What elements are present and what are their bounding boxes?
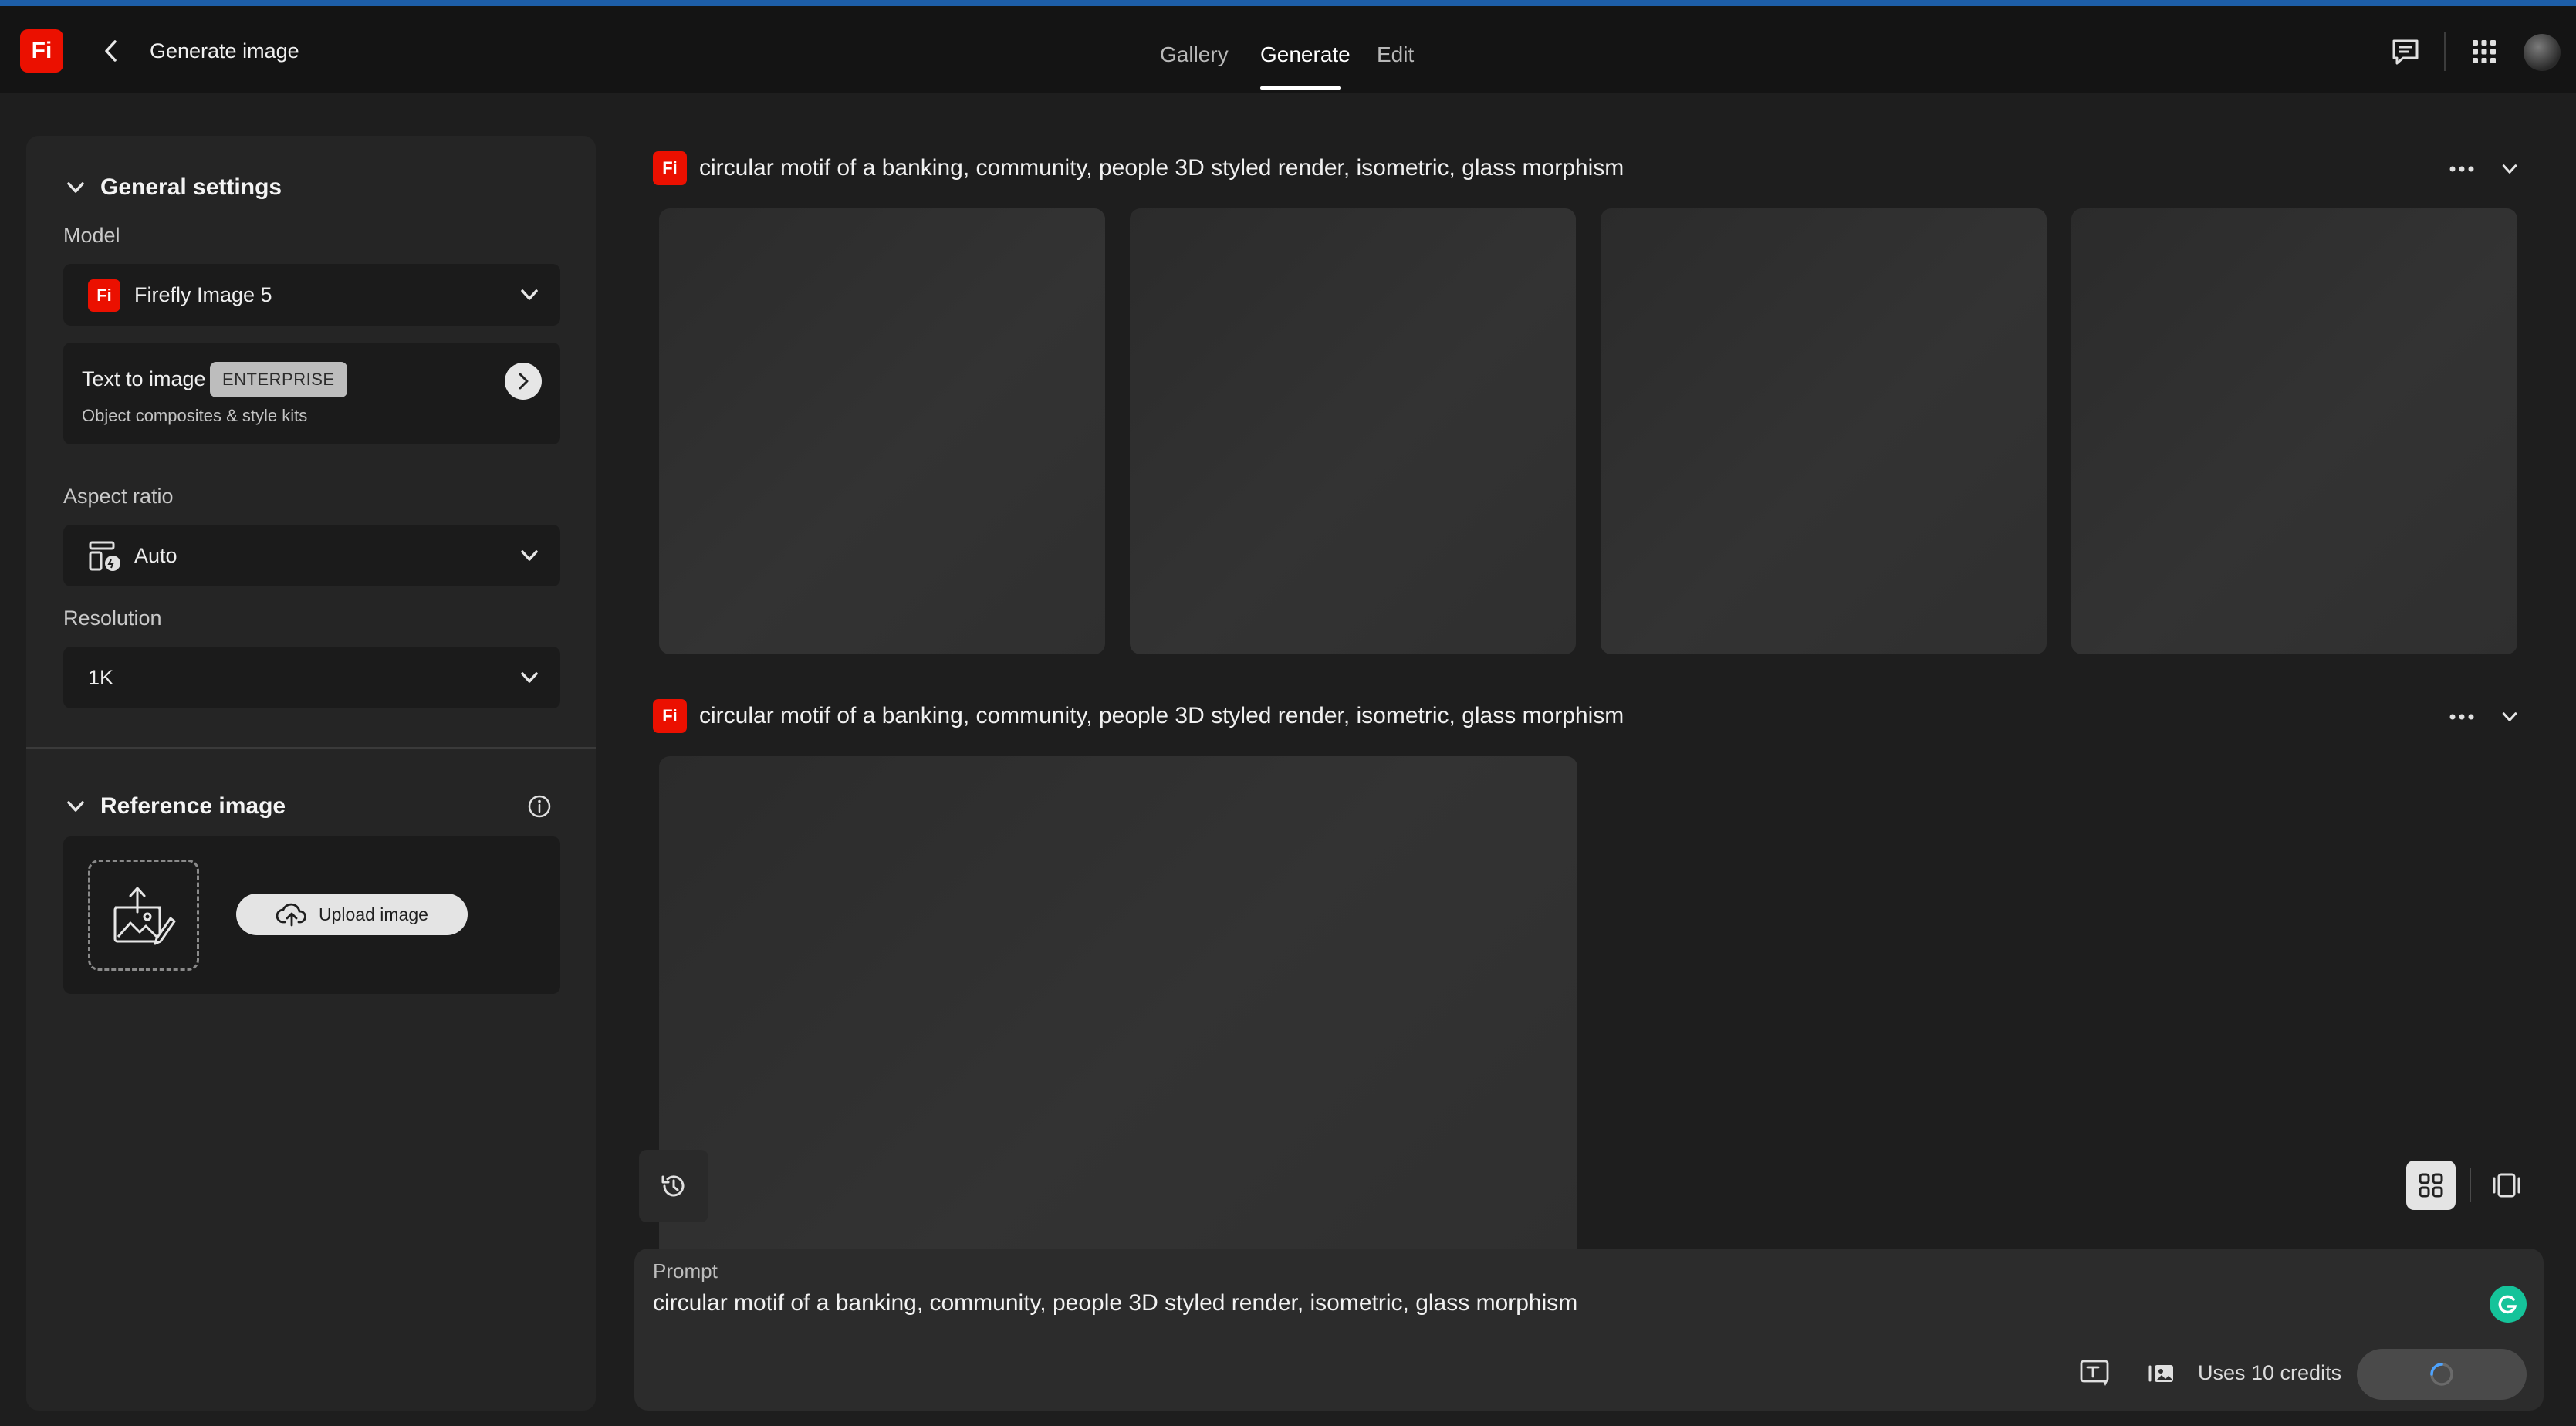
resolution-label: Resolution — [63, 607, 162, 630]
chevron-down-icon — [67, 182, 84, 193]
chevron-down-icon — [521, 672, 538, 683]
style-reference-button[interactable] — [2142, 1357, 2179, 1391]
upload-image-label: Upload image — [319, 904, 428, 924]
prompt-label: Prompt — [653, 1259, 718, 1282]
generated-image-tile[interactable] — [1601, 208, 2047, 654]
chevron-down-icon — [67, 801, 84, 812]
generated-image-tile[interactable] — [2071, 208, 2517, 654]
text-effects-button[interactable] — [2077, 1357, 2115, 1391]
generated-image-tile[interactable] — [659, 208, 1105, 654]
grammarly-icon[interactable] — [2490, 1286, 2527, 1323]
collapse-generation-button[interactable] — [2494, 701, 2525, 732]
view-toggle-divider — [2470, 1168, 2471, 1202]
grammarly-g-icon — [2498, 1295, 2517, 1314]
single-view-button[interactable] — [2482, 1161, 2531, 1210]
generation-prompt: circular motif of a banking, community, … — [699, 703, 1624, 728]
info-icon[interactable] — [526, 793, 553, 819]
window-top-strip — [0, 0, 2576, 6]
apps-button[interactable] — [2466, 34, 2502, 69]
model-value: Firefly Image 5 — [134, 283, 272, 306]
upload-image-button[interactable]: Upload image — [236, 894, 468, 935]
generation-prompt: circular motif of a banking, community, … — [699, 155, 1624, 181]
resolution-value: 1K — [88, 666, 114, 689]
tab-generate[interactable]: Generate — [1260, 42, 1351, 67]
resolution-dropdown[interactable]: 1K — [63, 647, 560, 708]
panel-divider — [26, 747, 596, 749]
text-to-image-icon — [2080, 1360, 2109, 1386]
tab-gallery[interactable]: Gallery — [1160, 42, 1229, 67]
model-dropdown[interactable]: Fi Firefly Image 5 — [63, 264, 560, 326]
prompt-input[interactable]: circular motif of a banking, community, … — [653, 1290, 1577, 1316]
header-divider — [2444, 32, 2446, 71]
model-label: Model — [63, 224, 120, 247]
more-options-button[interactable] — [2446, 154, 2477, 184]
loading-spinner-icon — [2430, 1363, 2453, 1386]
enterprise-badge: ENTERPRISE — [210, 362, 347, 397]
aspect-ratio-label: Aspect ratio — [63, 485, 174, 508]
aspect-ratio-dropdown[interactable]: Auto — [63, 525, 560, 586]
chevron-right-icon — [519, 373, 529, 390]
generation-header: Fi circular motif of a banking, communit… — [653, 699, 1624, 733]
single-view-icon — [2493, 1173, 2520, 1198]
reference-image-card: Upload image — [63, 836, 560, 994]
aspect-ratio-value: Auto — [134, 544, 177, 567]
mode-title: Text to image — [82, 367, 206, 390]
app-root: Fi Generate image Gallery Generate Edit — [0, 0, 2576, 1426]
grid-view-button[interactable] — [2406, 1161, 2456, 1210]
generation-header: Fi circular motif of a banking, communit… — [653, 151, 1624, 185]
general-settings-header[interactable]: General settings — [65, 174, 282, 201]
firefly-logo: Fi — [653, 699, 687, 733]
chevron-down-icon — [521, 550, 538, 561]
image-upload-icon — [113, 887, 176, 945]
credits-text: Uses 10 credits — [2198, 1361, 2342, 1384]
settings-panel: General settings Model Fi Firefly Image … — [26, 136, 596, 1411]
more-icon — [2449, 714, 2474, 720]
firefly-model-logo: Fi — [88, 279, 120, 312]
apps-grid-icon — [2473, 40, 2496, 63]
generate-button[interactable] — [2357, 1349, 2527, 1400]
prompt-bar: Prompt circular motif of a banking, comm… — [634, 1249, 2544, 1411]
mode-next-button[interactable] — [505, 363, 542, 400]
avatar[interactable] — [2524, 34, 2561, 71]
mode-card[interactable]: Text to image ENTERPRISE Object composit… — [63, 343, 560, 444]
reference-drop-zone[interactable] — [88, 860, 199, 971]
chevron-down-icon — [2502, 164, 2517, 174]
history-button[interactable] — [639, 1150, 708, 1222]
collapse-generation-button[interactable] — [2494, 154, 2525, 184]
chevron-down-icon — [521, 289, 538, 300]
feedback-icon — [2392, 39, 2419, 65]
more-options-button[interactable] — [2446, 701, 2477, 732]
generated-image-tile[interactable] — [1130, 208, 1576, 654]
generated-image-tile[interactable] — [659, 756, 1577, 1250]
top-header: Fi Generate image Gallery Generate Edit — [0, 6, 2576, 93]
style-icon — [2148, 1365, 2173, 1382]
top-tabs: Gallery Generate Edit — [0, 6, 2576, 93]
reference-image-title: Reference image — [100, 793, 286, 819]
tab-edit[interactable]: Edit — [1377, 42, 1414, 67]
feedback-button[interactable] — [2388, 34, 2423, 69]
grid-view-icon — [2419, 1173, 2443, 1198]
chevron-down-icon — [2502, 712, 2517, 721]
view-toggle — [2402, 1159, 2528, 1213]
reference-image-header[interactable]: Reference image — [65, 793, 286, 819]
cloud-upload-icon — [276, 903, 306, 927]
active-tab-indicator — [1260, 86, 1341, 90]
mode-subtitle: Object composites & style kits — [82, 406, 308, 425]
history-icon — [661, 1175, 685, 1197]
aspect-ratio-icon — [89, 541, 120, 571]
firefly-logo: Fi — [653, 151, 687, 185]
more-icon — [2449, 166, 2474, 172]
general-settings-title: General settings — [100, 174, 282, 200]
